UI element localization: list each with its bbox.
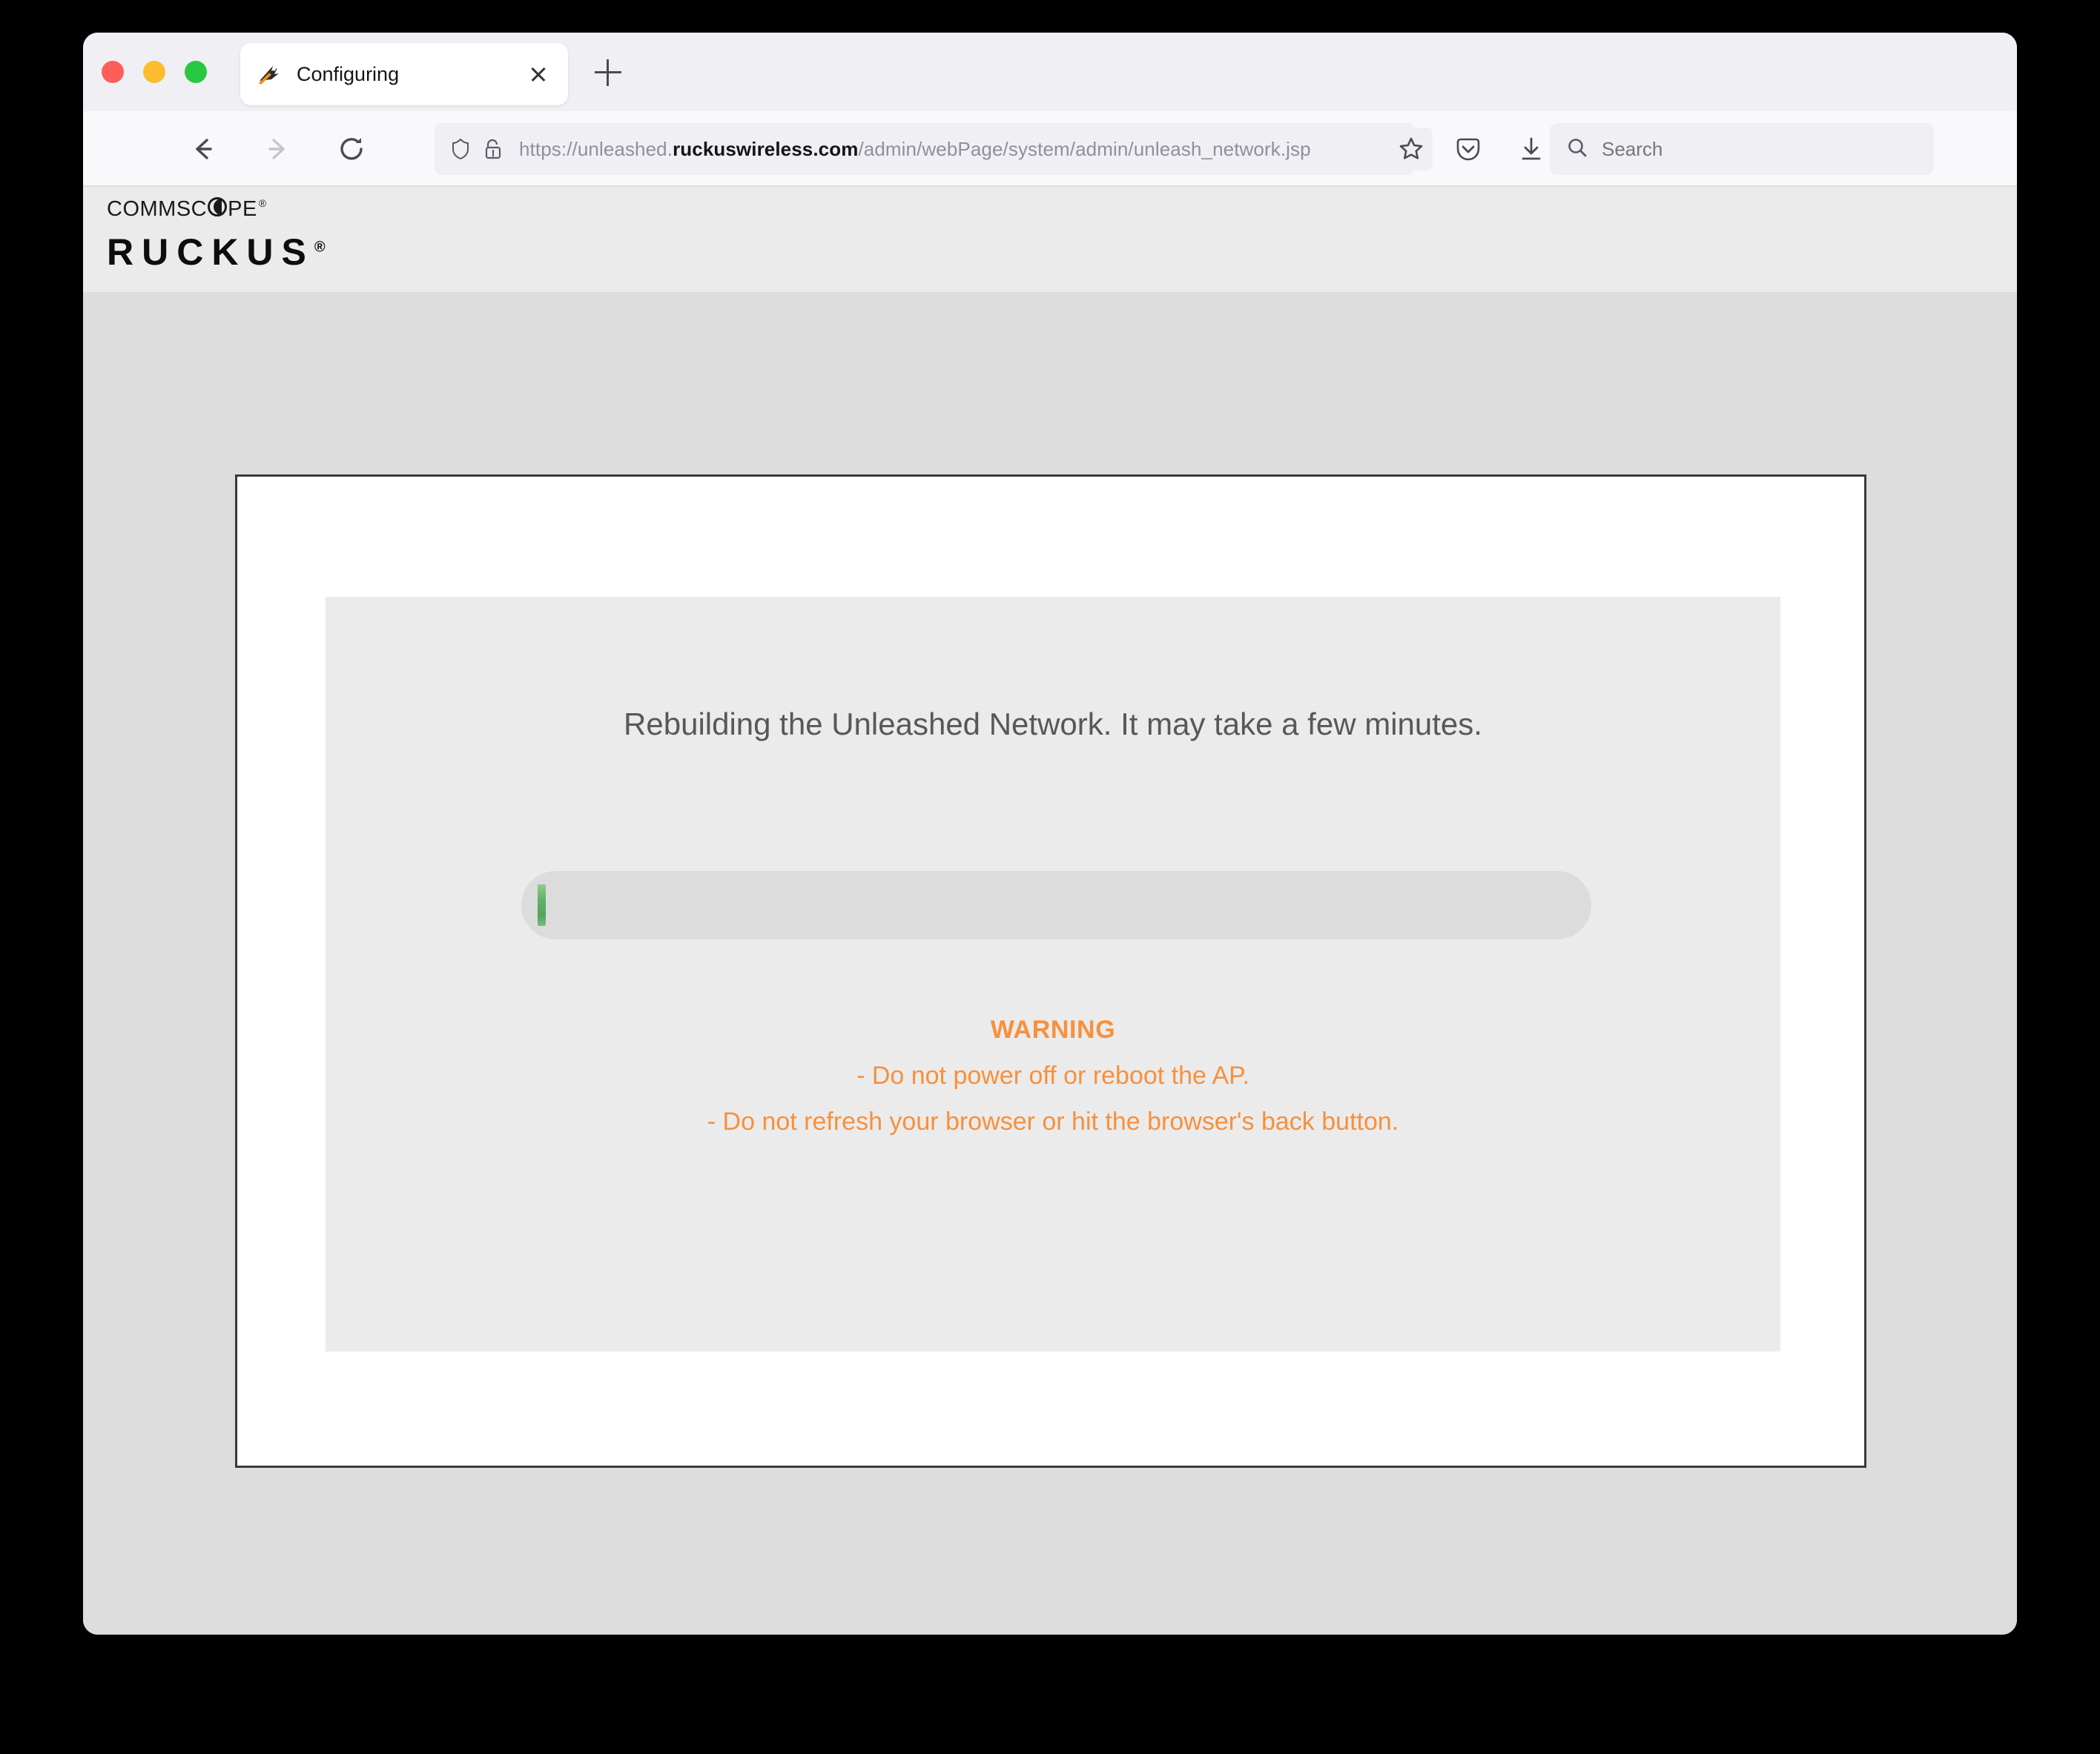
search-placeholder: Search	[1602, 137, 1663, 160]
close-icon[interactable]	[525, 61, 552, 87]
commscope-text-pre: COMMSC	[107, 197, 208, 221]
commscope-registered-mark: ®	[258, 197, 267, 209]
tab-strip: Configuring	[83, 33, 2017, 111]
ruckus-registered-mark: ®	[314, 239, 326, 256]
commscope-logo: COMMSC PE ®	[107, 197, 2017, 222]
brand-header: COMMSC PE ® RUCKUS®	[83, 187, 2017, 292]
forward-arrow-icon	[259, 130, 296, 168]
warning-line-2: - Do not refresh your browser or hit the…	[707, 1108, 1399, 1136]
search-input[interactable]: Search	[1550, 123, 1934, 175]
progress-bar	[521, 871, 1591, 939]
new-tab-button[interactable]	[595, 59, 621, 86]
ruckus-text: RUCKUS	[107, 231, 314, 273]
lock-warning-icon[interactable]	[481, 136, 506, 162]
browser-window: Configuring https://unleashed.ruckuswire…	[83, 33, 2017, 1635]
tab-title: Configuring	[297, 62, 400, 85]
commscope-text-post: PE	[228, 197, 257, 221]
shield-icon[interactable]	[448, 136, 473, 162]
warning-block: WARNING - Do not power off or reboot the…	[326, 1016, 1780, 1136]
url-text: https://unleashed.ruckuswireless.com/adm…	[519, 138, 1401, 161]
ruckus-favicon-icon	[257, 62, 282, 87]
navigation-toolbar: https://unleashed.ruckuswireless.com/adm…	[83, 111, 2017, 187]
url-bar[interactable]: https://unleashed.ruckuswireless.com/adm…	[435, 123, 1415, 175]
download-icon[interactable]	[1514, 132, 1548, 166]
ruckus-logo: RUCKUS®	[107, 231, 2017, 274]
browser-tab[interactable]: Configuring	[240, 43, 568, 105]
window-maximize-button[interactable]	[185, 61, 207, 83]
window-controls	[102, 61, 207, 83]
bookmark-star-icon[interactable]	[1390, 128, 1433, 171]
url-domain: ruckuswireless.com	[673, 137, 859, 160]
warning-title: WARNING	[990, 1016, 1116, 1044]
window-minimize-button[interactable]	[143, 61, 165, 83]
commscope-o-mark	[208, 197, 228, 216]
page-content: COMMSC PE ® RUCKUS® Rebuilding the Unleash…	[83, 187, 2017, 1635]
progress-bar-fill	[538, 884, 546, 926]
reload-icon[interactable]	[333, 130, 370, 168]
search-icon	[1565, 135, 1590, 164]
url-protocol: https://unleashed.	[519, 137, 673, 160]
url-path: /admin/webPage/system/admin/unleash_netw…	[858, 137, 1311, 160]
pocket-icon[interactable]	[1451, 132, 1485, 166]
window-close-button[interactable]	[102, 61, 124, 83]
back-arrow-icon[interactable]	[185, 130, 222, 168]
status-message: Rebuilding the Unleashed Network. It may…	[624, 706, 1482, 741]
warning-line-1: - Do not power off or reboot the AP.	[856, 1062, 1249, 1090]
content-card: Rebuilding the Unleashed Network. It may…	[235, 474, 1866, 1468]
status-panel: Rebuilding the Unleashed Network. It may…	[326, 597, 1780, 1351]
